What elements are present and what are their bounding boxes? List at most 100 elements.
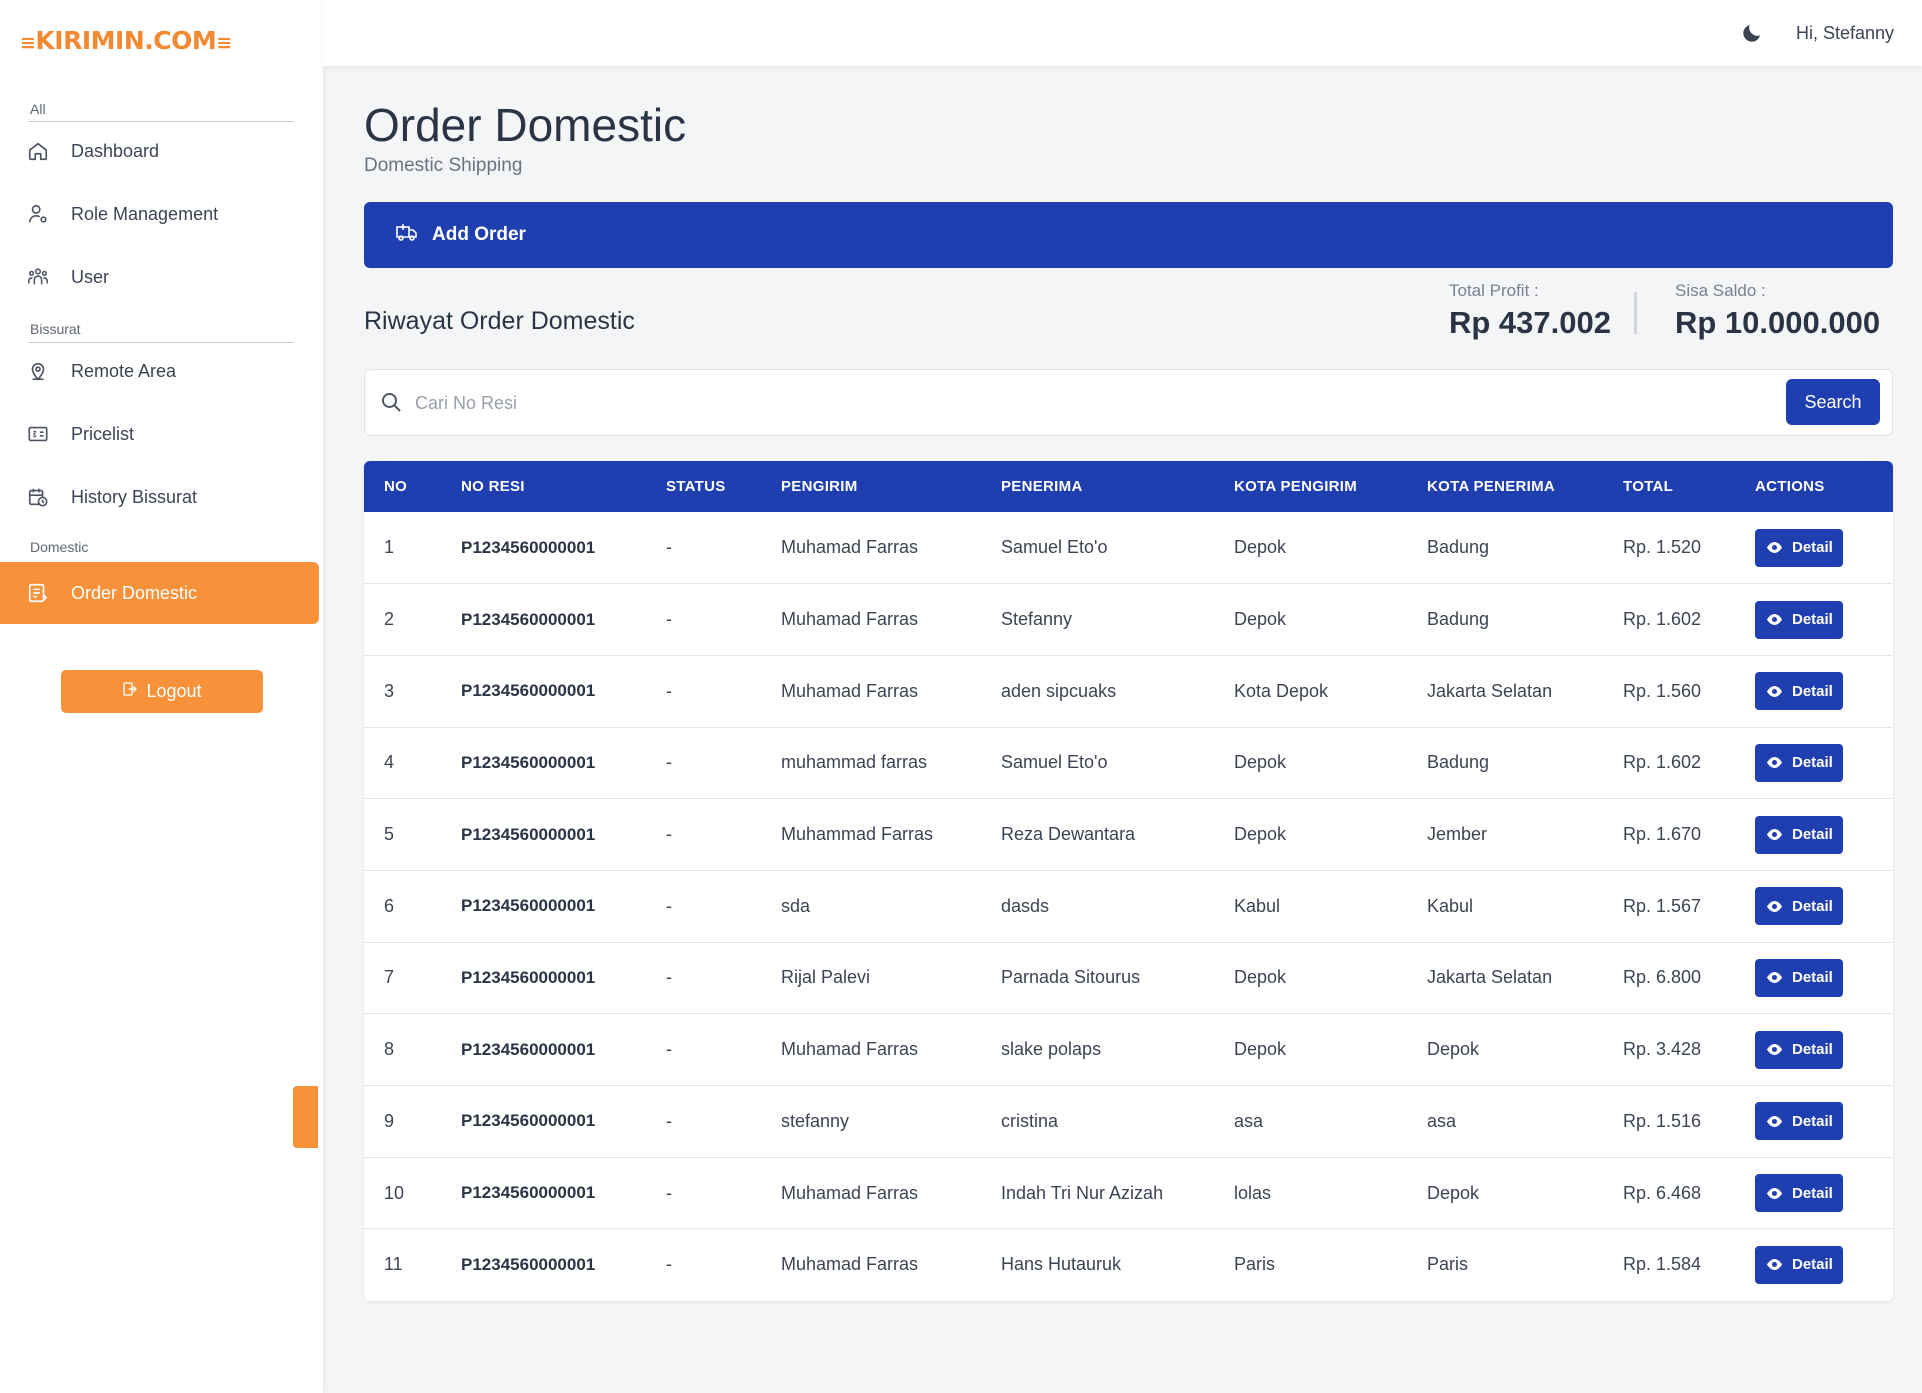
cell-kota-pengirim: Paris xyxy=(1234,1254,1276,1275)
table-row: 4 P1234560000001 - muhammad farras Samuel Et… xyxy=(364,727,1893,799)
sidebar-item-remote-area[interactable]: Remote Area xyxy=(0,340,319,402)
detail-button[interactable]: Detail xyxy=(1755,1174,1843,1213)
column-header-kota-pengirim: KOTA PENGIRIM xyxy=(1234,478,1358,495)
cell-actions: Detail xyxy=(1735,1157,1893,1229)
detail-button[interactable]: Detail xyxy=(1755,1030,1843,1069)
sidebar-item-dashboard[interactable]: Dashboard xyxy=(0,120,319,182)
cell-kota-pengirim: asa xyxy=(1234,1110,1264,1131)
table-row: 9 P1234560000001 - stefanny cristina asa asa Rp… xyxy=(364,1086,1893,1158)
detail-button[interactable]: Detail xyxy=(1755,743,1843,782)
cell-total: Rp. 1.602 xyxy=(1623,752,1702,773)
detail-button[interactable]: Detail xyxy=(1755,528,1843,567)
cell-kota-pengirim: Depok xyxy=(1234,967,1287,988)
logout-button[interactable]: Logout xyxy=(61,670,263,713)
cell-penerima: cristina xyxy=(1001,1110,1059,1131)
cell-status: - xyxy=(666,680,672,701)
eye-icon xyxy=(1766,1044,1783,1056)
detail-button[interactable]: Detail xyxy=(1755,958,1843,997)
sidebar-item-pricelist[interactable]: Pricelist xyxy=(0,403,319,465)
cell-pengirim: stefanny xyxy=(781,1110,850,1131)
table-row: 3 P1234560000001 - Muhamad Farras aden sipcu… xyxy=(364,655,1893,728)
search-icon xyxy=(379,390,403,414)
cell-kota-pengirim: Depok xyxy=(1234,537,1287,558)
cell-no-resi: P1234560000001 xyxy=(461,1183,596,1203)
cell-total: Rp. 1.602 xyxy=(1623,609,1702,630)
cell-kota-pengirim: Depok xyxy=(1234,752,1287,773)
cell-no: 3 xyxy=(384,680,395,701)
cell-no: 10 xyxy=(384,1182,405,1203)
cell-kota-pengirim: lolas xyxy=(1234,1182,1272,1203)
cell-no-resi: P1234560000001 xyxy=(461,537,596,557)
cell-pengirim: Rijal Palevi xyxy=(781,967,871,988)
detail-button[interactable]: Detail xyxy=(1755,815,1843,854)
detail-button-label: Detail xyxy=(1792,1184,1833,1202)
page-subtitle: Domestic Shipping xyxy=(364,155,523,176)
cell-pengirim: Muhamad Farras xyxy=(781,537,919,558)
eye-icon xyxy=(1766,1259,1783,1271)
cell-kota-pengirim: Depok xyxy=(1234,609,1287,630)
cell-no-resi: P1234560000001 xyxy=(461,967,596,987)
orders-table: NO NO RESI STATUS PENGIRIM PENERIMA KOTA… xyxy=(364,461,1893,1301)
sidebar-item-label: Role Management xyxy=(71,203,219,224)
cell-status: - xyxy=(666,752,672,773)
detail-button[interactable]: Detail xyxy=(1755,1245,1843,1284)
cell-kota-pengirim: Kabul xyxy=(1234,895,1281,916)
brand-logo[interactable]: ≡KIRIMIN.COM≡ xyxy=(20,26,232,55)
cell-pengirim: Muhamad Farras xyxy=(781,1182,919,1203)
logo-text: KIRIMIN.COM xyxy=(35,26,217,55)
search-input[interactable] xyxy=(415,382,1715,424)
add-order-icon xyxy=(394,221,420,249)
cell-actions: Detail xyxy=(1735,1086,1893,1158)
cell-kota-penerima: Jakarta Selatan xyxy=(1427,680,1553,701)
cell-actions: Detail xyxy=(1735,727,1893,799)
cell-kota-pengirim: Kota Depok xyxy=(1234,680,1329,701)
price-tag-icon xyxy=(26,422,50,446)
add-order-button[interactable]: Add Order xyxy=(364,202,1893,268)
table-header-row: NO NO RESI STATUS PENGIRIM PENERIMA KOTA… xyxy=(364,461,1893,512)
cell-pengirim: Muhammad Farras xyxy=(781,824,934,845)
sidebar-item-role-management[interactable]: Role Management xyxy=(0,183,319,245)
sidebar-item-label: Pricelist xyxy=(71,423,135,444)
user-greeting[interactable]: Hi, Stefanny xyxy=(1796,23,1894,44)
sidebar-collapse-handle[interactable] xyxy=(293,1086,318,1148)
table-row: 2 P1234560000001 - Muhamad Farras Stefanny De… xyxy=(364,584,1893,656)
cell-kota-penerima: Badung xyxy=(1427,752,1490,773)
detail-button[interactable]: Detail xyxy=(1755,887,1843,926)
sidebar: ≡KIRIMIN.COM≡ All Dashboard Role Managem… xyxy=(0,0,323,1393)
logout-icon xyxy=(122,681,138,702)
cell-no: 7 xyxy=(384,967,395,988)
moon-icon[interactable] xyxy=(1740,21,1764,45)
logo-right-bars: ≡ xyxy=(216,32,232,54)
sidebar-item-history-bissurat[interactable]: History Bissurat xyxy=(0,466,319,528)
search-button[interactable]: Search xyxy=(1786,379,1880,425)
eye-icon xyxy=(1766,613,1783,626)
sidebar-item-order-domestic[interactable]: Order Domestic xyxy=(0,562,319,624)
detail-button[interactable]: Detail xyxy=(1755,600,1843,639)
eye-icon xyxy=(1766,1115,1783,1127)
logout-label: Logout xyxy=(146,681,202,701)
cell-status: - xyxy=(666,1182,672,1203)
sidebar-item-user[interactable]: User xyxy=(0,246,319,308)
cell-penerima: Parnada Sitourus xyxy=(1001,967,1141,988)
section-label-bissurat: Bissurat xyxy=(30,321,81,337)
user-cog-icon xyxy=(26,202,50,226)
section-title: Riwayat Order Domestic xyxy=(364,307,635,335)
cell-status: - xyxy=(666,1039,672,1060)
table-row: 5 P1234560000001 - Muhammad Farras Reza Dewa… xyxy=(364,799,1893,871)
eye-icon xyxy=(1766,542,1783,554)
cell-no-resi: P1234560000001 xyxy=(461,1111,596,1131)
detail-button[interactable]: Detail xyxy=(1755,1102,1843,1141)
cell-pengirim: Muhamad Farras xyxy=(781,609,919,630)
cell-actions: Detail xyxy=(1735,512,1893,584)
sidebar-item-label: Remote Area xyxy=(71,360,177,381)
cell-pengirim: Muhamad Farras xyxy=(781,680,919,701)
page-title: Order Domestic xyxy=(364,99,687,151)
detail-button-label: Detail xyxy=(1792,611,1833,629)
sidebar-item-label: History Bissurat xyxy=(71,486,198,507)
table-row: 10 P1234560000001 - Muhamad Farras Indah Tri… xyxy=(364,1157,1893,1229)
cell-status: - xyxy=(666,609,672,630)
cell-kota-penerima: Jember xyxy=(1427,824,1488,845)
cell-no: 9 xyxy=(384,1110,395,1131)
cell-penerima: Hans Hutauruk xyxy=(1001,1254,1122,1275)
detail-button[interactable]: Detail xyxy=(1755,672,1843,711)
